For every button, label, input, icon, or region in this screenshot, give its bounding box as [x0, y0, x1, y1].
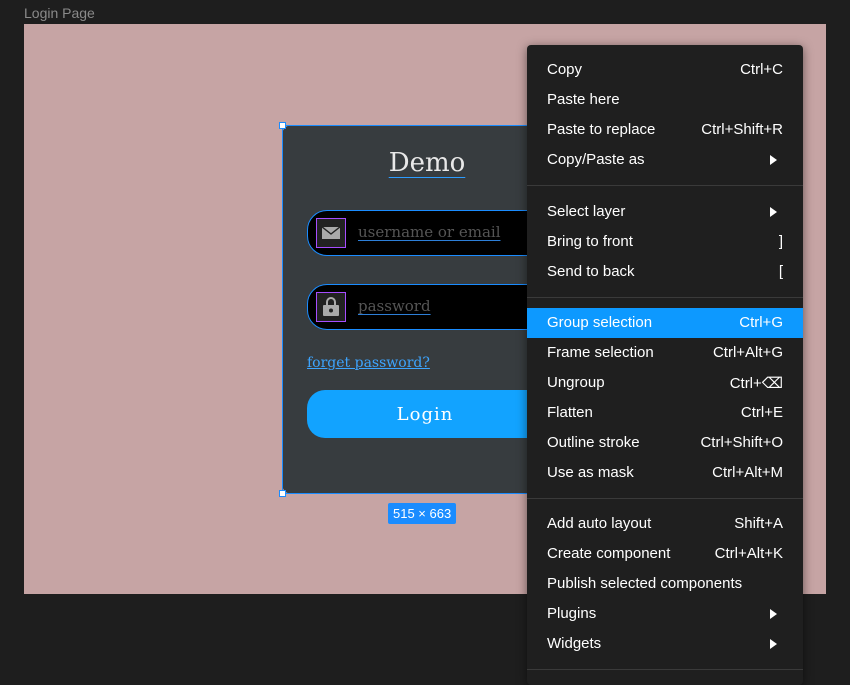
menu-item-frame-selection[interactable]: Frame selection Ctrl+Alt+G: [527, 338, 803, 368]
menu-divider: [527, 498, 803, 499]
menu-item-shortcut: ]: [778, 233, 783, 250]
menu-item-widgets[interactable]: Widgets: [527, 629, 803, 659]
menu-item-create-component[interactable]: Create component Ctrl+Alt+K: [527, 539, 803, 569]
menu-item-shortcut: Ctrl+E: [740, 404, 783, 421]
menu-item-plugins[interactable]: Plugins: [527, 599, 803, 629]
menu-item-label: Create component: [547, 545, 671, 562]
menu-divider: [527, 185, 803, 186]
menu-item-add-auto-layout[interactable]: Add auto layout Shift+A: [527, 509, 803, 539]
menu-item-label: Widgets: [547, 635, 602, 652]
submenu-arrow-icon: [770, 155, 777, 165]
menu-divider: [527, 297, 803, 298]
menu-item-shortcut: Ctrl+G: [739, 314, 783, 331]
resize-handle-bottom-left[interactable]: [279, 490, 286, 497]
menu-item-label: Ungroup: [547, 374, 605, 391]
menu-item-label: Send to back: [547, 263, 635, 280]
context-menu: Copy Ctrl+C Paste here Paste to replace …: [527, 45, 803, 685]
frame-label[interactable]: Login Page: [24, 5, 95, 21]
lock-icon: [316, 292, 346, 322]
size-badge: 515 × 663: [388, 503, 457, 524]
menu-item-label: Flatten: [547, 404, 593, 421]
menu-item-shortcut: [: [778, 263, 783, 280]
menu-item-paste-here[interactable]: Paste here: [527, 85, 803, 115]
menu-item-send-to-back[interactable]: Send to back [: [527, 257, 803, 287]
menu-item-paste-to-replace[interactable]: Paste to replace Ctrl+Shift+R: [527, 115, 803, 145]
menu-item-label: Publish selected components: [547, 575, 743, 592]
menu-item-label: Paste to replace: [547, 121, 656, 138]
menu-divider: [527, 669, 803, 670]
menu-item-shortcut: Ctrl+Shift+R: [701, 121, 783, 138]
submenu-arrow-icon: [770, 609, 777, 619]
menu-item-shortcut: Ctrl+C: [740, 61, 783, 78]
menu-item-bring-to-front[interactable]: Bring to front ]: [527, 227, 803, 257]
menu-item-label: Outline stroke: [547, 434, 640, 451]
menu-item-shortcut: Ctrl+Shift+O: [700, 434, 783, 451]
forgot-password-link[interactable]: forget password?: [307, 355, 430, 371]
menu-item-label: Paste here: [547, 91, 620, 108]
menu-item-copy[interactable]: Copy Ctrl+C: [527, 55, 803, 85]
menu-item-group-selection[interactable]: Group selection Ctrl+G: [527, 308, 803, 338]
menu-item-shortcut: Ctrl+Alt+M: [712, 464, 783, 481]
password-placeholder: password: [358, 297, 431, 315]
username-placeholder: username or email: [358, 223, 501, 241]
submenu-arrow-icon: [770, 207, 777, 217]
menu-item-label: Select layer: [547, 203, 626, 220]
mail-icon: [316, 218, 346, 248]
menu-item-shortcut: Ctrl+Alt+G: [712, 344, 783, 361]
menu-item-shortcut: Shift+A: [734, 515, 783, 532]
menu-item-flatten[interactable]: Flatten Ctrl+E: [527, 398, 803, 428]
menu-item-label: Bring to front: [547, 233, 633, 250]
menu-item-label: Use as mask: [547, 464, 634, 481]
menu-item-ungroup[interactable]: Ungroup Ctrl+⌫: [527, 368, 803, 398]
menu-item-shortcut: Ctrl+⌫: [729, 375, 783, 392]
submenu-arrow-icon: [770, 639, 777, 649]
menu-item-publish-selected-components[interactable]: Publish selected components: [527, 569, 803, 599]
menu-item-label: Add auto layout: [547, 515, 652, 532]
resize-handle-top-left[interactable]: [279, 122, 286, 129]
menu-item-shortcut: Ctrl+Alt+K: [714, 545, 783, 562]
login-button-label: Login: [396, 404, 454, 425]
menu-item-select-layer[interactable]: Select layer: [527, 197, 803, 227]
menu-item-outline-stroke[interactable]: Outline stroke Ctrl+Shift+O: [527, 428, 803, 458]
menu-item-label: Copy: [547, 61, 583, 78]
menu-item-copy-paste-as[interactable]: Copy/Paste as: [527, 145, 803, 175]
menu-item-label: Frame selection: [547, 344, 654, 361]
menu-item-label: Group selection: [547, 314, 653, 331]
menu-item-label: Copy/Paste as: [547, 151, 645, 168]
menu-item-label: Plugins: [547, 605, 597, 622]
menu-item-use-as-mask[interactable]: Use as mask Ctrl+Alt+M: [527, 458, 803, 488]
